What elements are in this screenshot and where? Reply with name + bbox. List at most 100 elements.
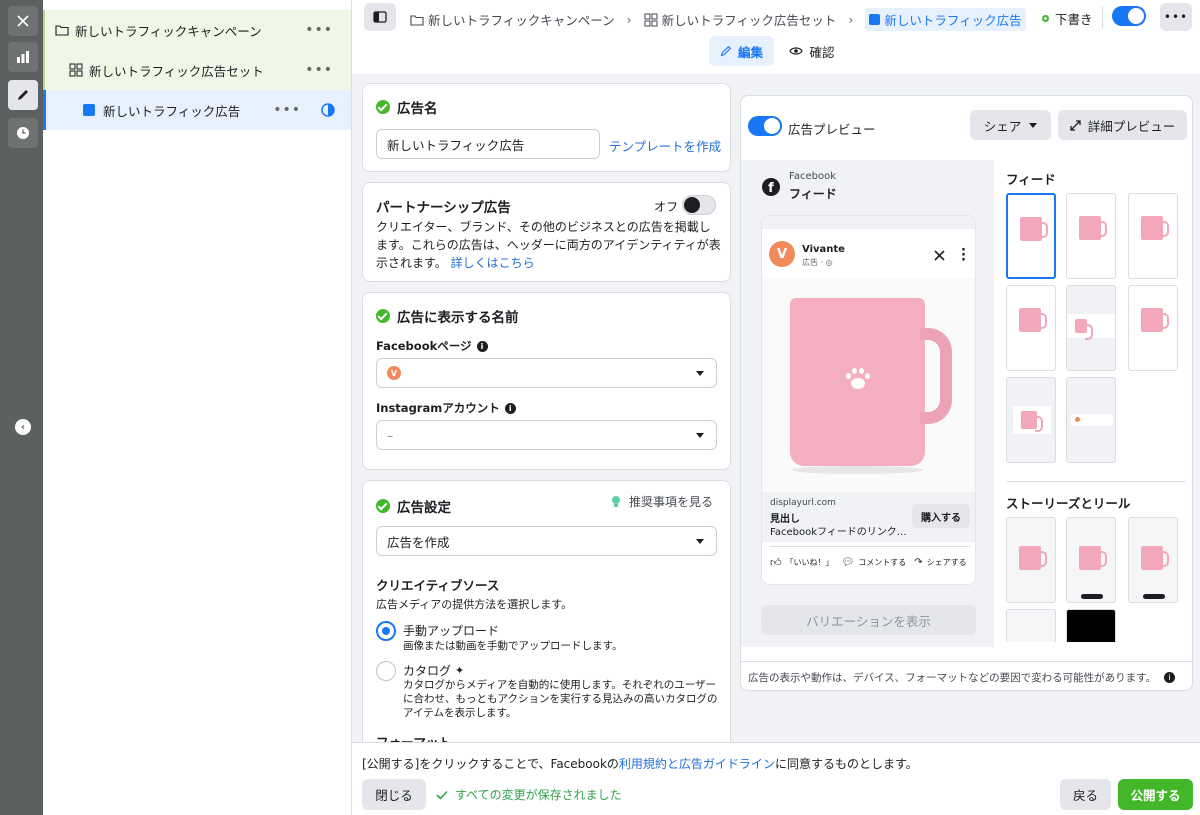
- tree-item-adset[interactable]: 新しいトラフィック広告セット •••: [43, 50, 351, 90]
- placement-thumb[interactable]: [1006, 517, 1056, 603]
- ad-settings-title: 広告設定: [397, 500, 451, 516]
- grid-icon: [644, 13, 658, 26]
- more-icon[interactable]: •••: [273, 102, 301, 118]
- partnership-toggle-label: オフ: [654, 200, 679, 214]
- ad-icon: [869, 14, 881, 25]
- ad-name-card: 広告名 新しいトラフィック広告 テンプレートを作成: [362, 83, 731, 172]
- feed-preview-area: f Facebook フィード V Vivante 広告 · ◎ · · · d…: [741, 160, 994, 647]
- instagram-account-select[interactable]: –: [376, 420, 717, 450]
- bar-chart-icon: [17, 51, 29, 63]
- create-template-link[interactable]: テンプレートを作成: [609, 136, 721, 155]
- placement-thumb[interactable]: [1006, 285, 1056, 371]
- clock-icon: [17, 127, 29, 139]
- placement-thumb[interactable]: [1066, 517, 1116, 603]
- publish-button[interactable]: 公開する: [1118, 779, 1193, 810]
- breadcrumb-campaign[interactable]: 新しいトラフィックキャンペーン: [428, 10, 615, 29]
- breadcrumb-adset[interactable]: 新しいトラフィック広告セット: [662, 10, 837, 29]
- tree-item-campaign[interactable]: 新しいトラフィックキャンペーン •••: [43, 10, 351, 50]
- manual-upload-radio[interactable]: [376, 621, 396, 641]
- placement-thumb[interactable]: [1006, 377, 1056, 463]
- learn-more-link[interactable]: 詳しくはこちら: [451, 256, 535, 270]
- cta-label: 購入する: [921, 512, 961, 524]
- saved-label: すべての変更が保存されました: [455, 788, 622, 802]
- close-button[interactable]: [8, 6, 38, 36]
- share-icon: ↷: [914, 557, 923, 568]
- placement-thumb[interactable]: [1006, 609, 1056, 642]
- mug-handle: [920, 328, 952, 424]
- panel-toggle-button[interactable]: [364, 3, 396, 31]
- recommendations-link[interactable]: 推奨事項を見る: [611, 493, 713, 510]
- placement-thumb[interactable]: [1066, 285, 1116, 371]
- breadcrumb: 新しいトラフィックキャンペーン › 新しいトラフィック広告セット › 新しいトラ…: [410, 8, 1026, 31]
- rail-history-button[interactable]: [8, 118, 38, 148]
- placement-thumb[interactable]: [1066, 193, 1116, 279]
- cta-button[interactable]: 購入する: [912, 504, 970, 528]
- detail-preview-label: 詳細プレビュー: [1087, 118, 1176, 134]
- ad-name-title: 広告名: [397, 101, 438, 117]
- creative-source-sub: 広告メディアの提供方法を選択します。: [376, 598, 573, 611]
- tree-ad-label: 新しいトラフィック広告: [103, 103, 241, 119]
- rail-edit-button[interactable]: [8, 80, 38, 110]
- display-url: displayurl.com: [770, 498, 836, 508]
- partnership-card: パートナーシップ広告 オフ クリエイター、ブランド、その他のビジネスとの広告を掲…: [362, 182, 731, 282]
- tree-campaign-label: 新しいトラフィックキャンペーン: [75, 23, 262, 39]
- share-button[interactable]: シェア: [970, 110, 1051, 140]
- comment-icon: 💬︎: [841, 557, 855, 568]
- info-icon[interactable]: i: [504, 402, 516, 414]
- ad-icon: [83, 104, 95, 116]
- checkmark-icon: [436, 790, 448, 800]
- ad-name-input[interactable]: 新しいトラフィック広告: [376, 129, 600, 159]
- more-icon[interactable]: •••: [305, 62, 333, 78]
- paw-icon: [846, 368, 870, 392]
- breadcrumb-ad[interactable]: 新しいトラフィック広告: [865, 8, 1026, 31]
- terms-link[interactable]: 利用規約と広告ガイドライン: [619, 757, 775, 771]
- breadcrumb-ad-label: 新しいトラフィック広告: [884, 13, 1022, 28]
- catalog-desc: カタログからメディアを自動的に使用します。それぞれのユーザーに合わせ、もっともア…: [403, 679, 718, 719]
- placement-thumb[interactable]: [1128, 193, 1178, 279]
- ad-setup-value: 広告を作成: [387, 534, 450, 550]
- detail-preview-button[interactable]: 詳細プレビュー: [1058, 110, 1187, 140]
- ad-setup-select[interactable]: 広告を作成: [376, 526, 717, 556]
- facebook-icon: f: [762, 178, 780, 196]
- placement-thumb[interactable]: [1066, 377, 1116, 463]
- info-icon[interactable]: i: [476, 340, 488, 352]
- close-editor-button[interactable]: 閉じる: [362, 779, 426, 810]
- preview-toggle-label: 広告プレビュー: [788, 122, 876, 137]
- placement-thumb[interactable]: [1128, 517, 1178, 603]
- sidebar-icon: [373, 11, 387, 23]
- share-label: シェア: [983, 118, 1022, 134]
- partnership-toggle[interactable]: [682, 195, 716, 215]
- like-icon: 👍︎: [770, 556, 782, 569]
- tree-adset-label: 新しいトラフィック広告セット: [89, 63, 264, 79]
- preview-toggle[interactable]: [748, 116, 782, 136]
- page-avatar: V: [387, 366, 401, 380]
- tab-confirm[interactable]: 確認: [782, 36, 842, 66]
- tab-confirm-label: 確認: [809, 44, 835, 60]
- instagram-account-label: Instagramアカウント: [376, 401, 500, 415]
- header-more-button[interactable]: •••: [1160, 3, 1192, 31]
- avatar: V: [769, 241, 795, 267]
- feed-thumbnails: [1003, 188, 1193, 468]
- info-icon[interactable]: i: [1164, 672, 1176, 683]
- check-icon: [376, 499, 390, 513]
- link-section: displayurl.com 見出し Facebookフィードのリンク… 購入す…: [762, 492, 975, 542]
- tab-edit[interactable]: 編集: [709, 36, 774, 66]
- back-button[interactable]: 戻る: [1060, 779, 1111, 810]
- placement-thumb[interactable]: [1006, 193, 1056, 279]
- show-variations-button[interactable]: バリエーションを表示: [761, 605, 976, 635]
- catalog-radio[interactable]: [376, 661, 396, 681]
- check-icon: [376, 100, 390, 114]
- ad-active-toggle[interactable]: [1112, 6, 1146, 26]
- collapse-chevron-icon[interactable]: ‹: [15, 419, 31, 435]
- chevron-down-icon: [696, 371, 704, 376]
- draft-dot-icon: [1042, 15, 1049, 22]
- placement-thumb[interactable]: [1066, 609, 1116, 642]
- sparkle-icon: ✦: [455, 664, 465, 677]
- rail-charts-button[interactable]: [8, 42, 38, 72]
- expand-icon: [1070, 119, 1081, 131]
- placement-thumb[interactable]: [1128, 285, 1178, 371]
- more-icon[interactable]: •••: [305, 22, 333, 38]
- instagram-value: –: [387, 427, 394, 443]
- facebook-page-select[interactable]: V: [376, 358, 717, 388]
- tree-item-ad[interactable]: 新しいトラフィック広告 •••: [43, 90, 351, 130]
